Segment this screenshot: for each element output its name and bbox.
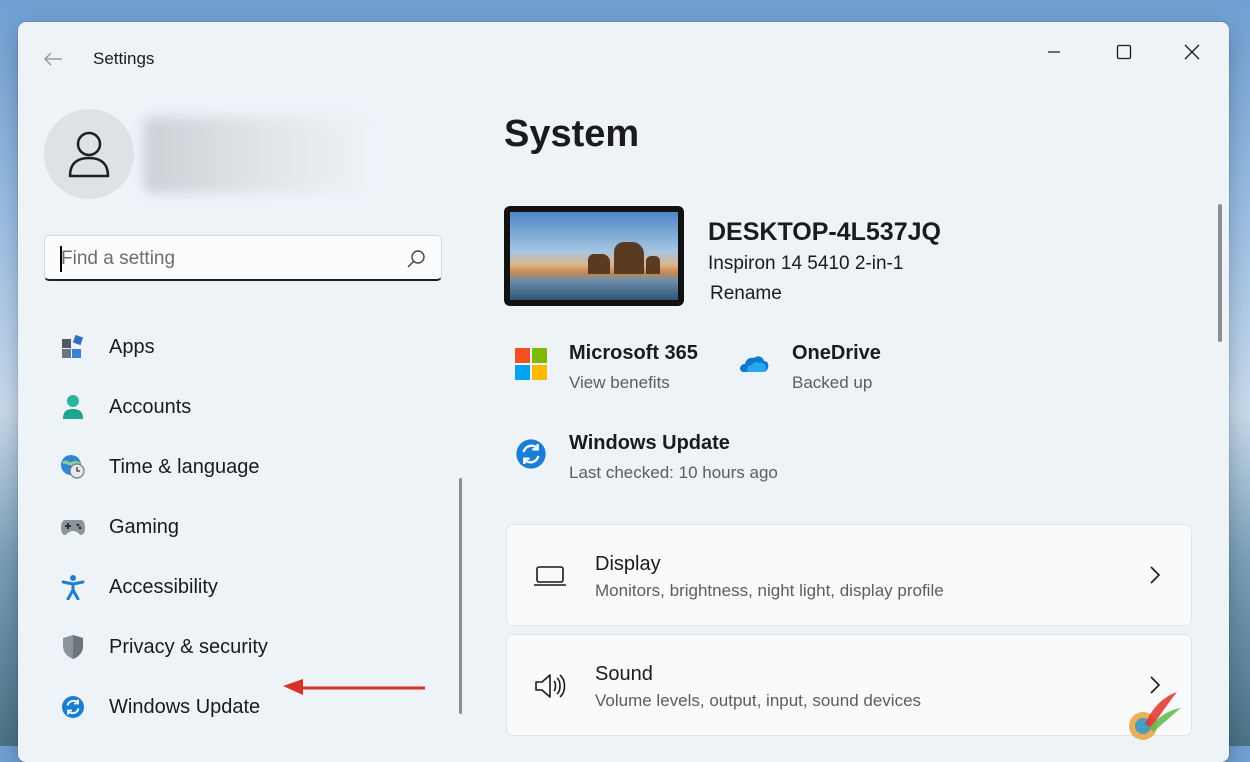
- shield-icon: [60, 634, 86, 660]
- accessibility-icon: [60, 574, 86, 600]
- tile-subtitle: Last checked: 10 hours ago: [569, 463, 778, 482]
- annotation-arrow-icon: [283, 679, 425, 695]
- sidebar-item-accessibility[interactable]: Accessibility: [44, 557, 444, 617]
- card-subtitle: Volume levels, output, input, sound devi…: [595, 691, 922, 710]
- sound-card[interactable]: Sound Volume levels, output, input, soun…: [506, 634, 1192, 736]
- close-button[interactable]: [1158, 30, 1226, 74]
- speaker-icon: [535, 674, 566, 698]
- time-language-icon: [60, 454, 86, 480]
- apps-icon: [60, 334, 86, 360]
- sidebar-item-apps[interactable]: Apps: [44, 317, 444, 377]
- desktop-wallpaper-thumbnail[interactable]: [504, 206, 684, 306]
- avatar: [44, 109, 134, 199]
- sidebar-item-gaming[interactable]: Gaming: [44, 497, 444, 557]
- user-icon: [68, 131, 110, 178]
- title-bar: Settings: [18, 22, 1229, 94]
- tile-title: Microsoft 365: [569, 342, 698, 364]
- back-button[interactable]: [38, 44, 68, 74]
- card-title: Sound: [595, 663, 653, 685]
- sidebar-item-label: Time & language: [109, 455, 260, 478]
- tile-title: Windows Update: [569, 432, 730, 454]
- wallpaper-image: [510, 212, 678, 300]
- device-name: DESKTOP-4L537JQ: [708, 218, 941, 246]
- tile-title: OneDrive: [792, 342, 881, 364]
- windows-update-icon: [516, 439, 546, 469]
- maximize-icon: [1116, 44, 1132, 60]
- sidebar-item-label: Windows Update: [109, 695, 261, 718]
- card-subtitle: Monitors, brightness, night light, displ…: [595, 581, 944, 600]
- sidebar-item-label: Accessibility: [109, 575, 218, 598]
- settings-window: Settings Find a setting Apps Accounts Ti…: [18, 22, 1229, 762]
- onedrive-cloud-icon: [740, 356, 769, 372]
- sidebar-scrollbar[interactable]: [459, 478, 462, 714]
- tile-subtitle: View benefits: [569, 373, 670, 392]
- device-model: Inspiron 14 5410 2-in-1: [708, 253, 904, 274]
- sidebar-nav: Apps Accounts Time & language Gaming Acc…: [44, 317, 444, 737]
- watermark-logo-icon: [1129, 692, 1181, 740]
- windows-update-icon: [60, 694, 86, 720]
- back-arrow-icon: [43, 52, 62, 66]
- minimize-button[interactable]: [1020, 30, 1088, 74]
- blurred-user-name: [144, 117, 366, 193]
- app-title: Settings: [93, 49, 155, 68]
- rename-link[interactable]: Rename: [710, 283, 782, 305]
- close-icon: [1184, 44, 1200, 60]
- onedrive-tile[interactable]: OneDrive Backed up: [738, 342, 918, 398]
- sidebar-item-privacy-security[interactable]: Privacy & security: [44, 617, 444, 677]
- sidebar-item-label: Apps: [109, 335, 155, 358]
- page-title: System: [504, 113, 640, 155]
- maximize-button[interactable]: [1090, 30, 1158, 74]
- minimize-icon: [1048, 51, 1060, 53]
- sidebar-item-label: Privacy & security: [109, 635, 268, 658]
- user-profile[interactable]: [44, 109, 366, 199]
- search-box[interactable]: [44, 235, 442, 281]
- chevron-right-icon: [1150, 566, 1161, 584]
- display-icon: [534, 566, 566, 586]
- microsoft-365-tile[interactable]: Microsoft 365 View benefits: [515, 342, 715, 398]
- sidebar-item-accounts[interactable]: Accounts: [44, 377, 444, 437]
- sidebar-item-label: Gaming: [109, 515, 180, 538]
- windows-update-tile[interactable]: Windows Update Last checked: 10 hours ag…: [515, 432, 815, 488]
- tile-subtitle: Backed up: [792, 373, 873, 392]
- display-card[interactable]: Display Monitors, brightness, night ligh…: [506, 524, 1192, 626]
- sidebar-item-label: Accounts: [109, 395, 192, 418]
- accounts-icon: [60, 394, 86, 420]
- microsoft-logo-icon: [515, 348, 547, 380]
- card-title: Display: [595, 553, 661, 575]
- gamepad-icon: [60, 514, 86, 540]
- sidebar-item-time-language[interactable]: Time & language: [44, 437, 444, 497]
- search-icon[interactable]: [405, 248, 427, 270]
- search-input[interactable]: [59, 244, 393, 274]
- text-caret: [60, 246, 62, 272]
- main-scrollbar[interactable]: [1218, 204, 1222, 342]
